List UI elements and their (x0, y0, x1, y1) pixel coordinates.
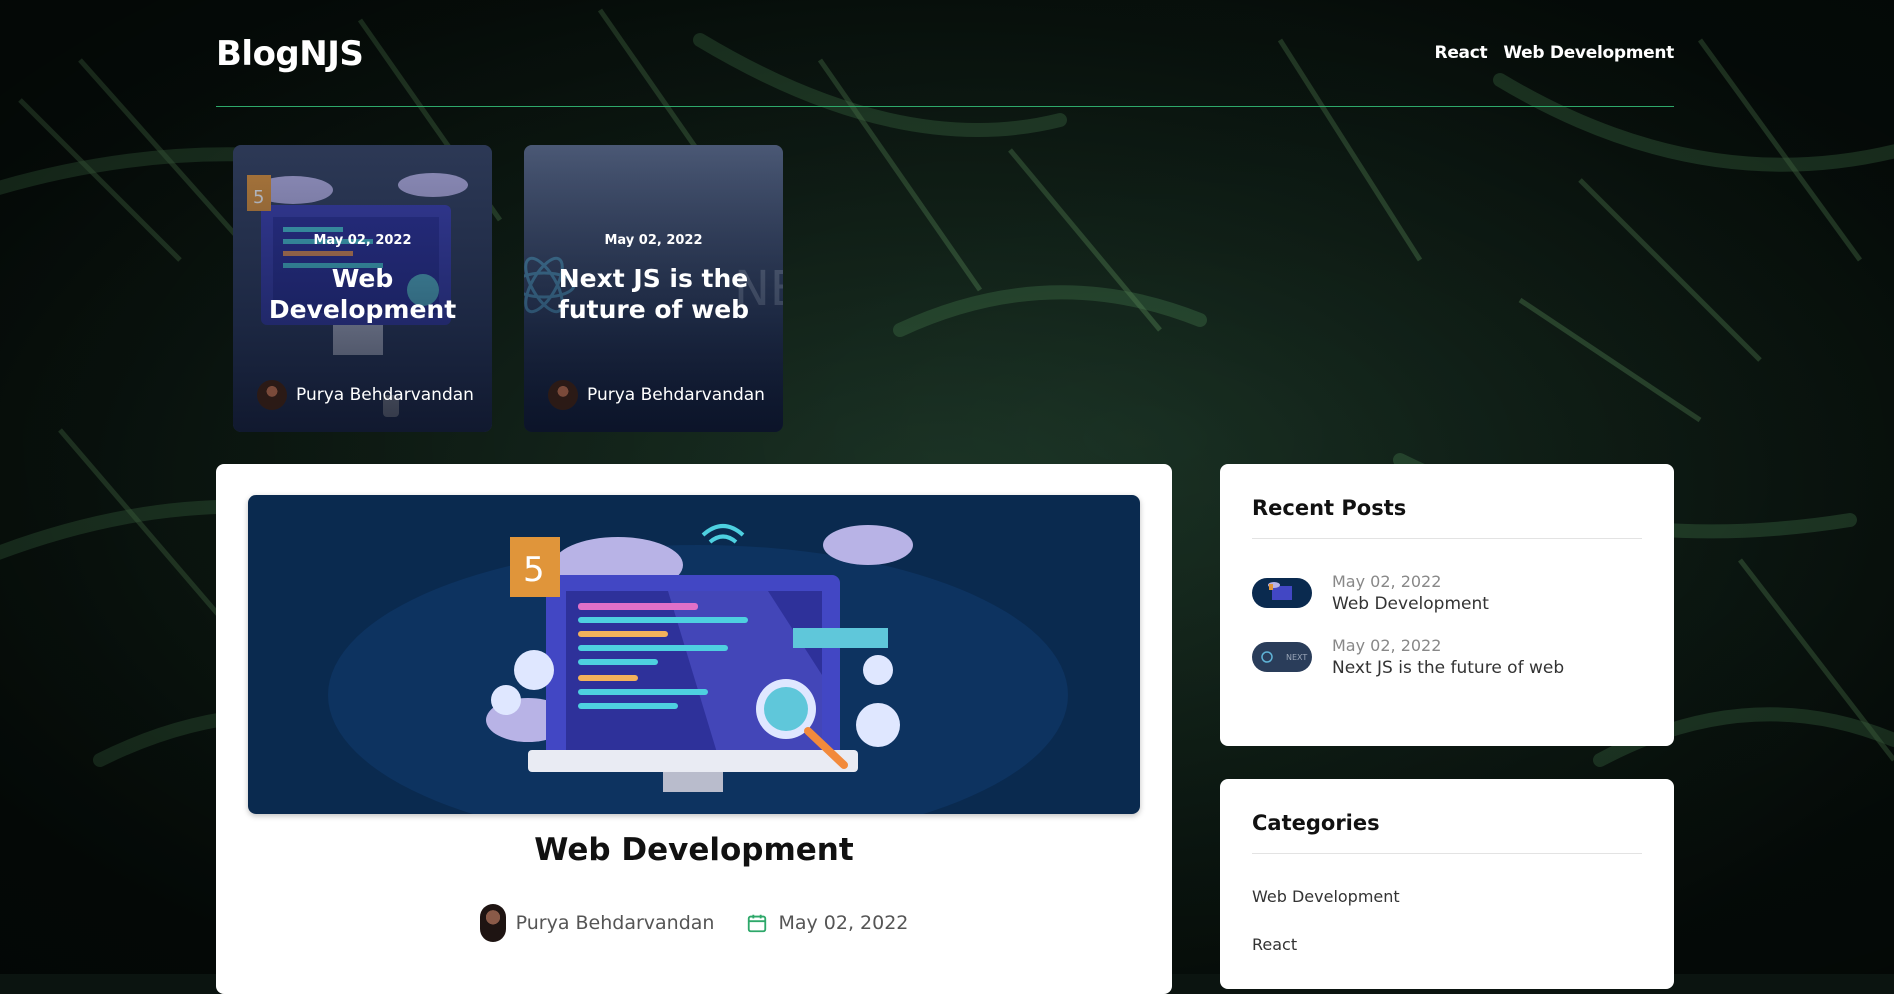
svg-text:NEXT: NEXT (1286, 653, 1307, 662)
author-avatar (257, 380, 287, 410)
featured-post-date: May 02, 2022 (604, 233, 703, 248)
category-link-react[interactable]: React (1252, 935, 1297, 954)
svg-text:5: 5 (523, 550, 545, 590)
recent-post-title[interactable]: Next JS is the future of web (1332, 658, 1564, 678)
author-avatar (548, 380, 578, 410)
featured-post-title[interactable]: Web Development (243, 263, 482, 325)
post-meta: Purya Behdarvandan May 02, 2022 (216, 904, 1172, 942)
author-name: Purya Behdarvandan (587, 385, 765, 405)
category-link-web-development[interactable]: Web Development (1252, 887, 1400, 906)
post-card: 5 Web Development Purya Behdarvandan May… (216, 464, 1172, 994)
featured-post-author: Purya Behdarvandan (548, 380, 765, 410)
post-author-name: Purya Behdarvandan (515, 912, 715, 934)
site-logo[interactable]: BlogNJS (216, 34, 364, 74)
nav-link-react[interactable]: React (1435, 43, 1488, 63)
featured-post-author: Purya Behdarvandan (257, 380, 474, 410)
recent-post-date: May 02, 2022 (1332, 572, 1442, 591)
recent-posts-heading: Recent Posts (1252, 496, 1407, 520)
post-hero-image: 5 (248, 495, 1140, 814)
post-date-text: May 02, 2022 (778, 912, 909, 934)
divider (1252, 538, 1642, 539)
site-header: BlogNJS React Web Development (216, 0, 1674, 107)
recent-post-thumbnail: NEXT (1252, 642, 1312, 672)
categories-heading: Categories (1252, 811, 1380, 835)
divider (1252, 853, 1642, 854)
main-nav: React Web Development (1435, 43, 1675, 63)
categories-widget: Categories Web Development React (1220, 779, 1674, 989)
recent-post-title[interactable]: Web Development (1332, 594, 1489, 614)
post-author: Purya Behdarvandan (479, 904, 715, 942)
calendar-icon (748, 914, 767, 933)
post-date: May 02, 2022 (746, 912, 908, 934)
recent-post-thumbnail (1252, 578, 1312, 608)
recent-posts-widget: Recent Posts May 02, 2022 Web Developmen… (1220, 464, 1674, 746)
recent-post-item[interactable]: NEXT May 02, 2022 Next JS is the future … (1252, 636, 1564, 678)
featured-post-date: May 02, 2022 (313, 233, 412, 248)
featured-post-card[interactable]: 5 May 02, 2022 Web Development Purya Beh… (233, 145, 492, 432)
recent-post-item[interactable]: May 02, 2022 Web Development (1252, 572, 1489, 614)
nav-link-web-development[interactable]: Web Development (1503, 43, 1674, 63)
author-avatar (479, 904, 506, 942)
recent-post-date: May 02, 2022 (1332, 636, 1442, 655)
post-title: Web Development (534, 832, 854, 868)
author-name: Purya Behdarvandan (296, 385, 474, 405)
featured-post-card[interactable]: NE May 02, 2022 Next JS is the future of… (524, 145, 783, 432)
featured-post-title[interactable]: Next JS is the future of web (534, 263, 773, 325)
